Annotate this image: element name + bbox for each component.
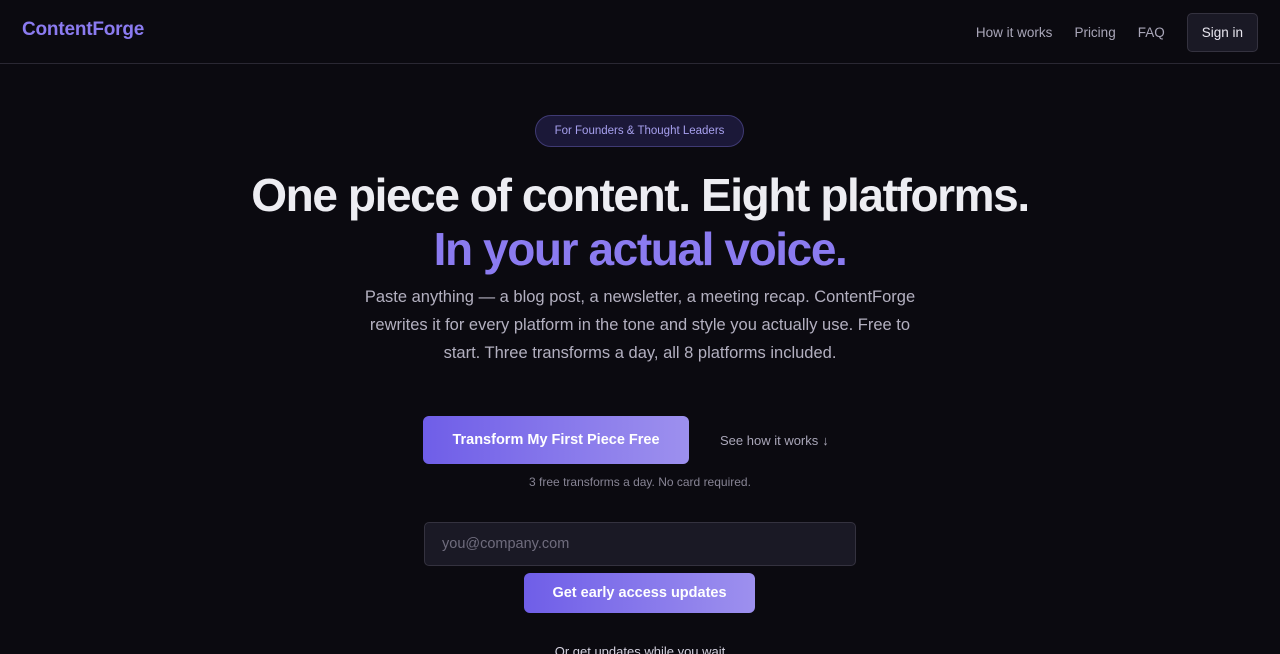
nav-links: How it works Pricing FAQ Sign in bbox=[976, 12, 1258, 52]
see-how-it-works-link[interactable]: See how it works ↓ bbox=[720, 431, 829, 449]
see-how-label: See how it works bbox=[720, 432, 819, 448]
nav-link-how-it-works[interactable]: How it works bbox=[976, 25, 1053, 40]
audience-badge: For Founders & Thought Leaders bbox=[535, 115, 744, 147]
free-transforms-note: 3 free transforms a day. No card require… bbox=[529, 475, 751, 489]
headline-accent: In your actual voice. bbox=[433, 223, 848, 275]
headline-main: One piece of content. Eight platforms. bbox=[251, 169, 1030, 221]
arrow-down-icon: ↓ bbox=[822, 432, 829, 448]
transform-cta-button[interactable]: Transform My First Piece Free bbox=[423, 416, 689, 464]
sign-in-button[interactable]: Sign in bbox=[1186, 12, 1258, 52]
nav-link-faq[interactable]: FAQ bbox=[1138, 25, 1165, 40]
email-input[interactable] bbox=[424, 522, 856, 566]
updates-text: Or get updates while you wait bbox=[554, 644, 726, 654]
logo[interactable]: ContentForge bbox=[22, 19, 144, 41]
nav-link-pricing[interactable]: Pricing bbox=[1074, 25, 1115, 40]
hero-headline: One piece of content. Eight platforms. I… bbox=[240, 168, 1040, 276]
hero-subtext: Paste anything — a blog post, a newslett… bbox=[364, 288, 916, 362]
top-nav: ContentForge How it works Pricing FAQ Si… bbox=[0, 0, 1280, 64]
early-access-button[interactable]: Get early access updates bbox=[524, 573, 755, 613]
